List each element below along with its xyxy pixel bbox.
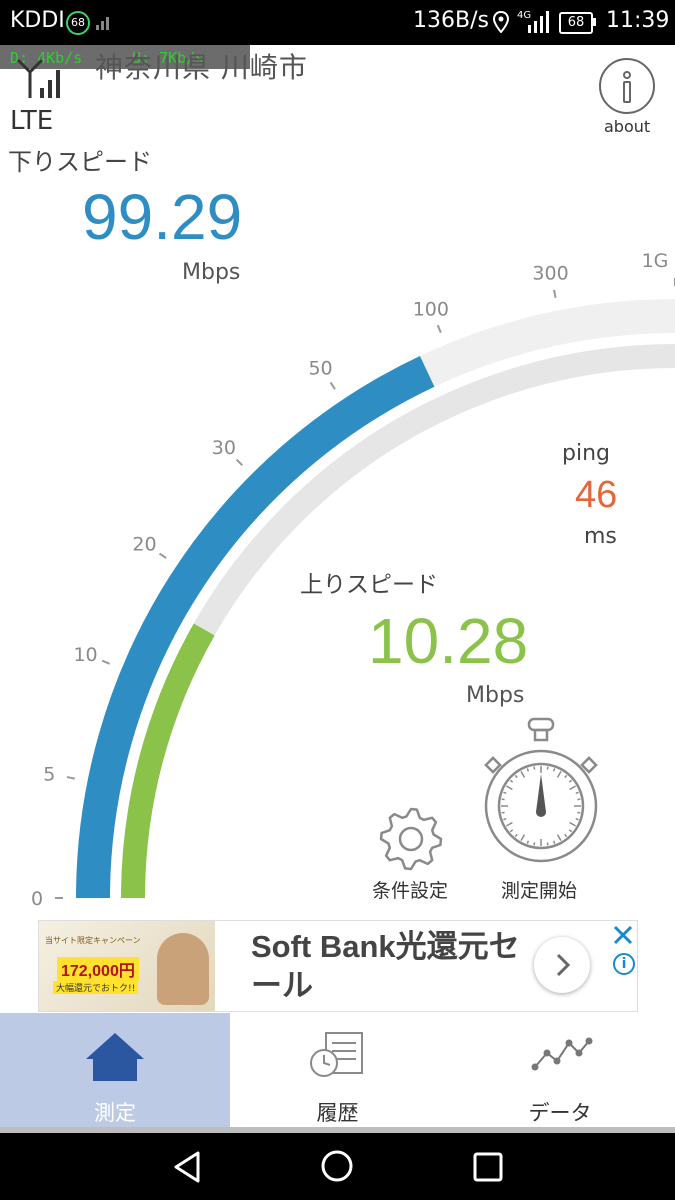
ping-value: 46	[575, 474, 618, 516]
stopwatch-tick	[568, 779, 573, 783]
ad-headline[interactable]: Soft Bank光還元セール	[251, 927, 531, 1005]
gauge-tick-label: 0	[31, 888, 43, 910]
gauge-tick-label: 10	[73, 644, 97, 666]
bottom-nav: 測定 履歴 データ	[0, 1013, 675, 1131]
stopwatch-tick	[556, 770, 562, 778]
ping-label: ping	[562, 441, 610, 466]
ad-info-icon[interactable]: i	[613, 953, 635, 975]
upload-value: 10.28	[368, 605, 529, 677]
home-circle-icon[interactable]	[319, 1148, 355, 1184]
tab-data-label: データ	[528, 1101, 592, 1125]
system-nav-bar	[0, 1133, 675, 1200]
stopwatch-tick	[509, 829, 514, 833]
ad-image-amount: 172,000円	[57, 957, 139, 981]
ad-arrow-button[interactable]	[534, 937, 590, 993]
stopwatch-tick	[514, 774, 518, 779]
stopwatch-tick	[533, 766, 536, 770]
stopwatch-tick	[575, 791, 579, 795]
stopwatch-tick	[568, 829, 573, 833]
stopwatch-tick	[564, 833, 568, 838]
stopwatch-tick	[577, 798, 581, 801]
settings-label[interactable]: 条件設定	[372, 876, 448, 903]
stopwatch-tick	[575, 817, 579, 821]
gauge-tick-mark	[158, 552, 167, 559]
upload-unit: Mbps	[466, 683, 525, 708]
ad-image-top-text: 当サイト限定キャンペーン	[45, 936, 141, 945]
stopwatch-tick	[501, 811, 505, 814]
gauge-tick-label: 20	[132, 534, 156, 556]
ad-close-button[interactable]	[611, 923, 635, 954]
history-icon	[310, 1032, 363, 1077]
gauge-tick-mark	[329, 381, 336, 390]
stopwatch-tick	[569, 785, 577, 791]
stopwatch-tick	[577, 811, 581, 814]
gauge-tick-mark	[235, 458, 243, 466]
gauge-tick-label: 30	[212, 437, 236, 459]
tab-history-label: 履歴	[316, 1101, 359, 1125]
recents-icon[interactable]	[472, 1151, 504, 1183]
home-icon	[86, 1033, 144, 1081]
stopwatch-tick	[503, 817, 507, 821]
ad-image[interactable]: 当サイト限定キャンペーン 172,000円 大幅還元でおトク!!	[39, 921, 215, 1011]
stopwatch-tick	[546, 766, 549, 770]
stopwatch-tick	[501, 798, 505, 801]
stopwatch-tick	[526, 840, 530, 844]
stopwatch-tick	[503, 791, 507, 795]
gauge-tick-mark	[553, 289, 557, 298]
stopwatch-tick	[564, 774, 568, 779]
stopwatch-tick	[505, 821, 513, 827]
stopwatch-icon	[484, 717, 598, 863]
stopwatch-tick	[552, 840, 556, 844]
start-label[interactable]: 測定開始	[501, 876, 577, 903]
chart-line-icon	[531, 1037, 593, 1071]
stopwatch-tick	[509, 779, 514, 783]
tab-measure-label: 測定	[94, 1101, 136, 1125]
tab-history[interactable]: 履歴	[230, 1013, 445, 1131]
ad-person-illustration	[157, 933, 209, 1005]
chevron-right-icon	[556, 953, 571, 977]
stopwatch-tick	[552, 768, 556, 772]
stopwatch-tick	[556, 834, 562, 842]
stopwatch-tick	[533, 842, 536, 846]
gauge-tick-mark	[66, 776, 75, 780]
gauge-tick-label: 1G	[642, 250, 669, 272]
stopwatch-tick	[520, 834, 526, 842]
upload-label: 上りスピード	[300, 572, 438, 598]
gear-icon	[379, 807, 443, 871]
ad-banner[interactable]: 当サイト限定キャンペーン 172,000円 大幅還元でおトク!! Soft Ba…	[38, 920, 638, 1012]
back-icon[interactable]	[170, 1149, 204, 1185]
stopwatch-tick	[520, 770, 526, 778]
gauge-tick-label: 5	[43, 764, 55, 786]
stopwatch-tick	[514, 833, 518, 838]
gauge-tick-label: 50	[308, 358, 332, 380]
gauge-tick-label: 100	[413, 299, 449, 321]
gauge-tick-label: 300	[532, 262, 568, 284]
ping-unit: ms	[584, 524, 617, 549]
stopwatch-tick	[526, 768, 530, 772]
stopwatch-tick	[546, 842, 549, 846]
ad-image-sub: 大幅還元でおトク!!	[53, 981, 139, 994]
close-icon	[613, 925, 633, 945]
stopwatch-tick	[505, 785, 513, 791]
gauge-tick-mark	[436, 324, 442, 333]
tab-measure[interactable]: 測定	[0, 1013, 230, 1131]
tab-data[interactable]: データ	[445, 1013, 675, 1131]
gauge-tick-mark	[101, 659, 110, 665]
start-button[interactable]	[484, 716, 599, 902]
stopwatch-tick	[569, 821, 577, 827]
